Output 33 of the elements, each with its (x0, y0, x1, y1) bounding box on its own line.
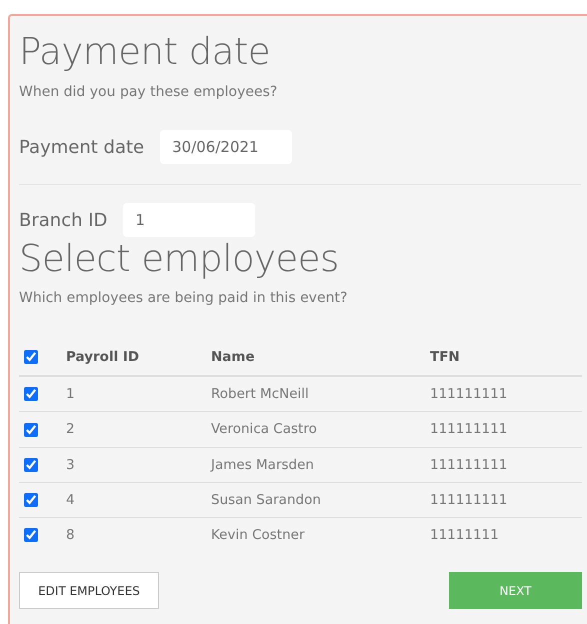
table-cell: 2 (66, 421, 75, 438)
checkbox[interactable] (24, 422, 38, 437)
table-cell: Kevin Costner (211, 527, 304, 544)
column-header: TFN (430, 348, 460, 365)
field-label: Payment date (19, 136, 144, 160)
column-header: Payroll ID (66, 348, 140, 365)
checkbox[interactable] (24, 387, 38, 402)
table-cell: 111111111 (430, 456, 508, 473)
checkbox[interactable] (24, 528, 38, 542)
table-cell: 4 (66, 492, 75, 508)
table-cell: Robert McNeill (211, 386, 309, 402)
checkbox[interactable] (24, 350, 38, 364)
table-cell: Veronica Castro (211, 421, 317, 438)
branch-id-field[interactable]: 1 (123, 203, 256, 238)
field-label: Branch ID (19, 208, 108, 233)
table-cell: 8 (66, 527, 75, 544)
section-title: Select employees (19, 237, 340, 282)
table-cell: 111111111 (430, 421, 508, 438)
table-cell: 11111111 (430, 527, 499, 544)
table-cell: James Marsden (211, 456, 314, 473)
section-subtitle: When did you pay these employees? (19, 83, 278, 102)
section-title: Payment date (19, 30, 272, 74)
column-header: Name (211, 348, 255, 365)
table-cell: 111111111 (430, 386, 508, 402)
table-cell: 111111111 (430, 492, 508, 508)
section-subtitle: Which employees are being paid in this event? (19, 288, 348, 308)
table-cell: 3 (66, 456, 75, 473)
edit-employees-button[interactable]: EDIT EMPLOYEES (19, 572, 159, 610)
date-field[interactable]: 30/06/2021 (160, 130, 292, 164)
checkbox[interactable] (24, 493, 38, 508)
table-cell: 1 (66, 386, 75, 402)
checkbox[interactable] (24, 458, 38, 472)
table-cell: Susan Sarandon (211, 492, 321, 508)
